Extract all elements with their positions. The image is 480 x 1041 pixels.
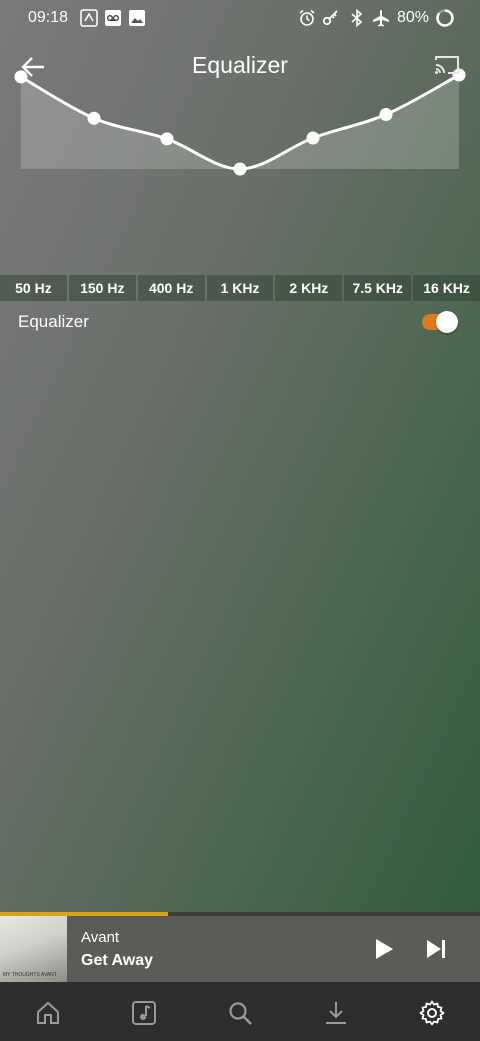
band-label: 16 KHz: [413, 275, 480, 301]
band-label: 1 KHz: [206, 275, 274, 301]
equalizer-toggle-label: Equalizer: [18, 312, 89, 331]
toggle-knob: [436, 311, 458, 333]
song-title: Get Away: [81, 952, 154, 969]
search-icon[interactable]: [227, 1000, 253, 1026]
mini-player[interactable]: [0, 912, 480, 982]
band-labels: 50 Hz 150 Hz 400 Hz 1 KHz 2 KHz 7.5 KHz …: [0, 275, 480, 301]
band-label: 50 Hz: [0, 275, 67, 301]
equalizer-curve-fill: [21, 75, 459, 170]
image-icon: [129, 10, 145, 26]
notification-app-icon: [80, 9, 98, 27]
equalizer-band-handle[interactable]: [160, 132, 174, 146]
bluetooth-icon: [351, 9, 363, 27]
download-icon[interactable]: [323, 1000, 349, 1026]
battery-icon: [436, 9, 454, 27]
equalizer-band-handle[interactable]: [306, 131, 320, 145]
band-label: 7.5 KHz: [344, 275, 412, 301]
page-title: Equalizer: [192, 52, 288, 78]
album-art[interactable]: MY THOUGHTS AVANT: [0, 916, 67, 982]
cast-icon[interactable]: [434, 54, 460, 76]
equalizer-band-handle[interactable]: [87, 111, 101, 125]
home-icon[interactable]: [35, 1000, 61, 1026]
band-label: 150 Hz: [68, 275, 136, 301]
equalizer-band-handle[interactable]: [379, 107, 393, 121]
airplane-mode-icon: [373, 10, 389, 27]
alarm-icon: [299, 9, 315, 26]
play-icon[interactable]: [372, 937, 396, 961]
band-label: 400 Hz: [137, 275, 205, 301]
vpn-key-icon: [322, 10, 338, 26]
settings-icon[interactable]: [419, 1000, 445, 1026]
voicemail-icon: [105, 10, 121, 26]
status-time: 09:18: [28, 9, 69, 26]
music-note-icon[interactable]: [131, 1000, 157, 1026]
equalizer-toggle[interactable]: [420, 311, 458, 333]
status-bar: 09:18 80%: [0, 0, 480, 36]
skip-next-icon[interactable]: [424, 937, 448, 961]
album-art-text: MY THOUGHTS AVANT: [3, 972, 57, 978]
artist-name: Avant: [81, 929, 120, 946]
band-label: 2 KHz: [275, 275, 343, 301]
equalizer-band-handle[interactable]: [233, 162, 247, 176]
battery-percent: 80%: [397, 9, 430, 26]
